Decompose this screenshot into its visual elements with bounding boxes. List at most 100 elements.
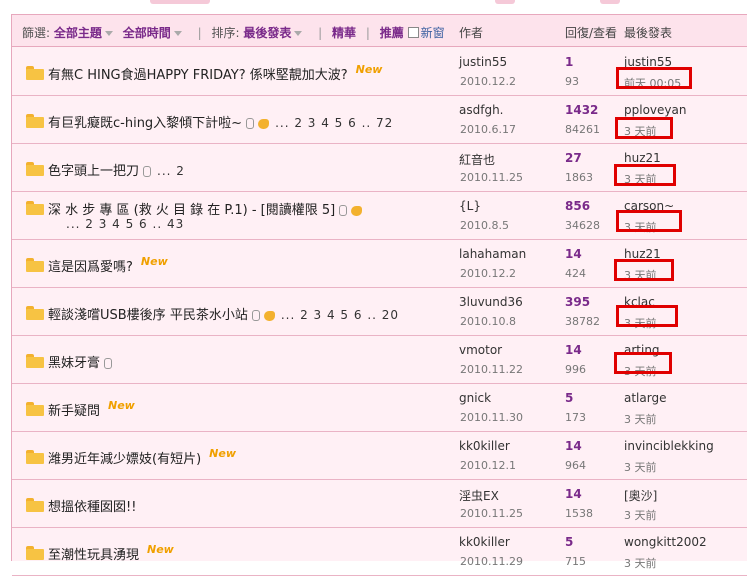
thread-title-link[interactable]: 黑妹牙膏 — [48, 356, 100, 371]
highlight-box — [616, 305, 678, 327]
table-row[interactable]: 潍男近年減少嫖妓(有短片) New kk0killer 2010.12.1 14 964 i… — [12, 431, 747, 480]
folder-icon — [26, 498, 44, 512]
last-poster-link[interactable]: invinciblekking — [624, 439, 714, 453]
thread-title-link[interactable]: 至潮性玩具湧現 — [48, 548, 139, 563]
last-post-column-header: 最後發表 — [624, 26, 673, 40]
sort-dropdown[interactable]: 最後發表 — [243, 26, 291, 40]
view-count: 38782 — [565, 315, 600, 328]
thread-title: 有無C HING食過HAPPY FRIDAY? 係咪堅靚加大波? New — [48, 63, 383, 83]
reply-count: 14 — [565, 247, 582, 261]
page-links[interactable]: ... 2 3 4 5 6 .. 43 — [66, 217, 184, 231]
top-tab[interactable] — [150, 0, 210, 4]
thread-title-link[interactable]: 深 水 步 專 區 (救 火 目 錄 在 P.1) - [閱讀權限 5] — [48, 203, 335, 218]
view-count: 173 — [565, 411, 586, 424]
last-poster-link[interactable]: pploveyan — [624, 103, 686, 117]
new-badge: New — [355, 63, 383, 76]
reply-count: 5 — [565, 391, 574, 405]
author-link[interactable]: justin55 — [459, 55, 507, 69]
thread-title-link[interactable]: 色字頭上一把刀 — [48, 164, 139, 179]
thread-title-link[interactable]: 有無C HING食過HAPPY FRIDAY? 係咪堅靚加大波? — [48, 68, 348, 83]
digest-link[interactable]: 精華 — [332, 26, 356, 40]
thread-title: 色字頭上一把刀 ... 2 — [48, 160, 185, 179]
folder-icon — [26, 162, 44, 176]
folder-icon — [26, 546, 44, 560]
table-row[interactable]: 新手疑問 New gnick 2010.11.30 5 173 atlarge 3 天前 — [12, 383, 747, 432]
reply-count: 856 — [565, 199, 591, 213]
post-date: 2010.12.2 — [460, 267, 516, 280]
page-links[interactable]: ... 2 — [157, 164, 185, 178]
table-row[interactable]: 想搵依種囡囡!! 淫虫EX 2010.11.25 14 1538 [奧沙] 3 天前 — [12, 479, 747, 528]
thread-title-link[interactable]: 這是因爲愛嗎? — [48, 260, 133, 275]
last-poster-link[interactable]: wongkitt2002 — [624, 535, 707, 549]
thread-title: 黑妹牙膏 — [48, 352, 113, 371]
view-count: 34628 — [565, 219, 600, 232]
author-link[interactable]: kk0killer — [459, 535, 510, 549]
paperclip-icon — [143, 166, 152, 177]
chevron-down-icon[interactable] — [294, 30, 303, 36]
table-row[interactable]: 至潮性玩具湧現 New kk0killer 2010.11.29 5 715 wongkit… — [12, 527, 747, 576]
last-poster-link[interactable]: atlarge — [624, 391, 666, 405]
thread-title-link[interactable]: 輕談淺嚐USB樓後序 平民茶水小站 — [48, 308, 248, 323]
paperclip-icon — [339, 205, 348, 216]
author-link[interactable]: {L} — [459, 199, 481, 213]
filter-bar: 篩選: 全部主題 全部時間 | 排序: 最後發表 | 精華 | 推薦 新窗 — [22, 24, 445, 41]
author-link[interactable]: 淫虫EX — [459, 487, 499, 504]
last-post-time[interactable]: 3 天前 — [624, 507, 657, 523]
last-post-time[interactable]: 3 天前 — [624, 411, 657, 427]
top-tab[interactable] — [600, 0, 620, 4]
new-window-label[interactable]: 新窗 — [421, 26, 445, 40]
author-link[interactable]: asdfgh. — [459, 103, 503, 117]
last-post-time[interactable]: 3 天前 — [624, 459, 657, 475]
post-date: 2010.10.8 — [460, 315, 516, 328]
reply-count: 5 — [565, 535, 574, 549]
folder-icon — [26, 66, 44, 80]
thread-title: 至潮性玩具湧現 New — [48, 543, 174, 563]
top-tab[interactable] — [495, 0, 515, 4]
thumbs-up-icon — [263, 310, 275, 321]
recommended-link[interactable]: 推薦 — [380, 26, 404, 40]
highlight-box — [616, 210, 682, 232]
new-badge: New — [140, 255, 168, 268]
view-count: 964 — [565, 459, 586, 472]
thread-title: 這是因爲愛嗎? New — [48, 255, 168, 275]
post-date: 2010.11.25 — [460, 507, 523, 520]
folder-icon — [26, 258, 44, 272]
reply-count: 14 — [565, 439, 582, 453]
topic-filter-dropdown[interactable]: 全部主題 — [54, 26, 102, 40]
view-count: 1538 — [565, 507, 593, 520]
thumbs-up-icon — [258, 118, 270, 129]
view-count: 84261 — [565, 123, 600, 136]
thread-title-link[interactable]: 潍男近年減少嫖妓(有短片) — [48, 452, 201, 467]
page-links[interactable]: ... 2 3 4 5 6 .. 20 — [281, 308, 399, 322]
time-filter-dropdown[interactable]: 全部時間 — [123, 26, 171, 40]
thread-title-link[interactable]: 有巨乳癡既c-hing入黎傾下計啦~ — [48, 116, 242, 131]
author-link[interactable]: vmotor — [459, 343, 502, 357]
thread-title-link[interactable]: 新手疑問 — [48, 404, 100, 419]
chevron-down-icon[interactable] — [173, 30, 182, 36]
author-link[interactable]: kk0killer — [459, 439, 510, 453]
post-date: 2010.11.29 — [460, 555, 523, 568]
author-link[interactable]: lahahaman — [459, 247, 526, 261]
page-links[interactable]: ... 2 3 4 5 6 .. 72 — [275, 116, 393, 130]
last-post-time[interactable]: 3 天前 — [624, 555, 657, 571]
author-link[interactable]: 3luvund36 — [459, 295, 523, 309]
last-poster-link[interactable]: [奧沙] — [624, 487, 657, 504]
thread-list-header: 篩選: 全部主題 全部時間 | 排序: 最後發表 | 精華 | 推薦 新窗 作者… — [12, 15, 747, 47]
folder-icon — [26, 402, 44, 416]
paperclip-icon — [104, 358, 113, 369]
last-poster-link[interactable]: huz21 — [624, 151, 661, 165]
author-link[interactable]: 紅音也 — [459, 151, 495, 168]
new-window-checkbox[interactable] — [407, 27, 419, 38]
separator: | — [365, 26, 370, 40]
replies-column-header: 回復/查看 — [565, 26, 618, 40]
thread-title-link[interactable]: 想搵依種囡囡!! — [48, 500, 136, 515]
reply-count: 14 — [565, 487, 582, 501]
post-date: 2010.11.30 — [460, 411, 523, 424]
view-count: 424 — [565, 267, 586, 280]
thumbs-up-icon — [351, 205, 363, 216]
author-link[interactable]: gnick — [459, 391, 491, 405]
thread-title: 有巨乳癡既c-hing入黎傾下計啦~ ... 2 3 4 5 6 .. 72 — [48, 112, 393, 131]
thread-title: 潍男近年減少嫖妓(有短片) New — [48, 447, 236, 467]
post-date: 2010.8.5 — [460, 219, 509, 232]
chevron-down-icon[interactable] — [104, 30, 113, 36]
